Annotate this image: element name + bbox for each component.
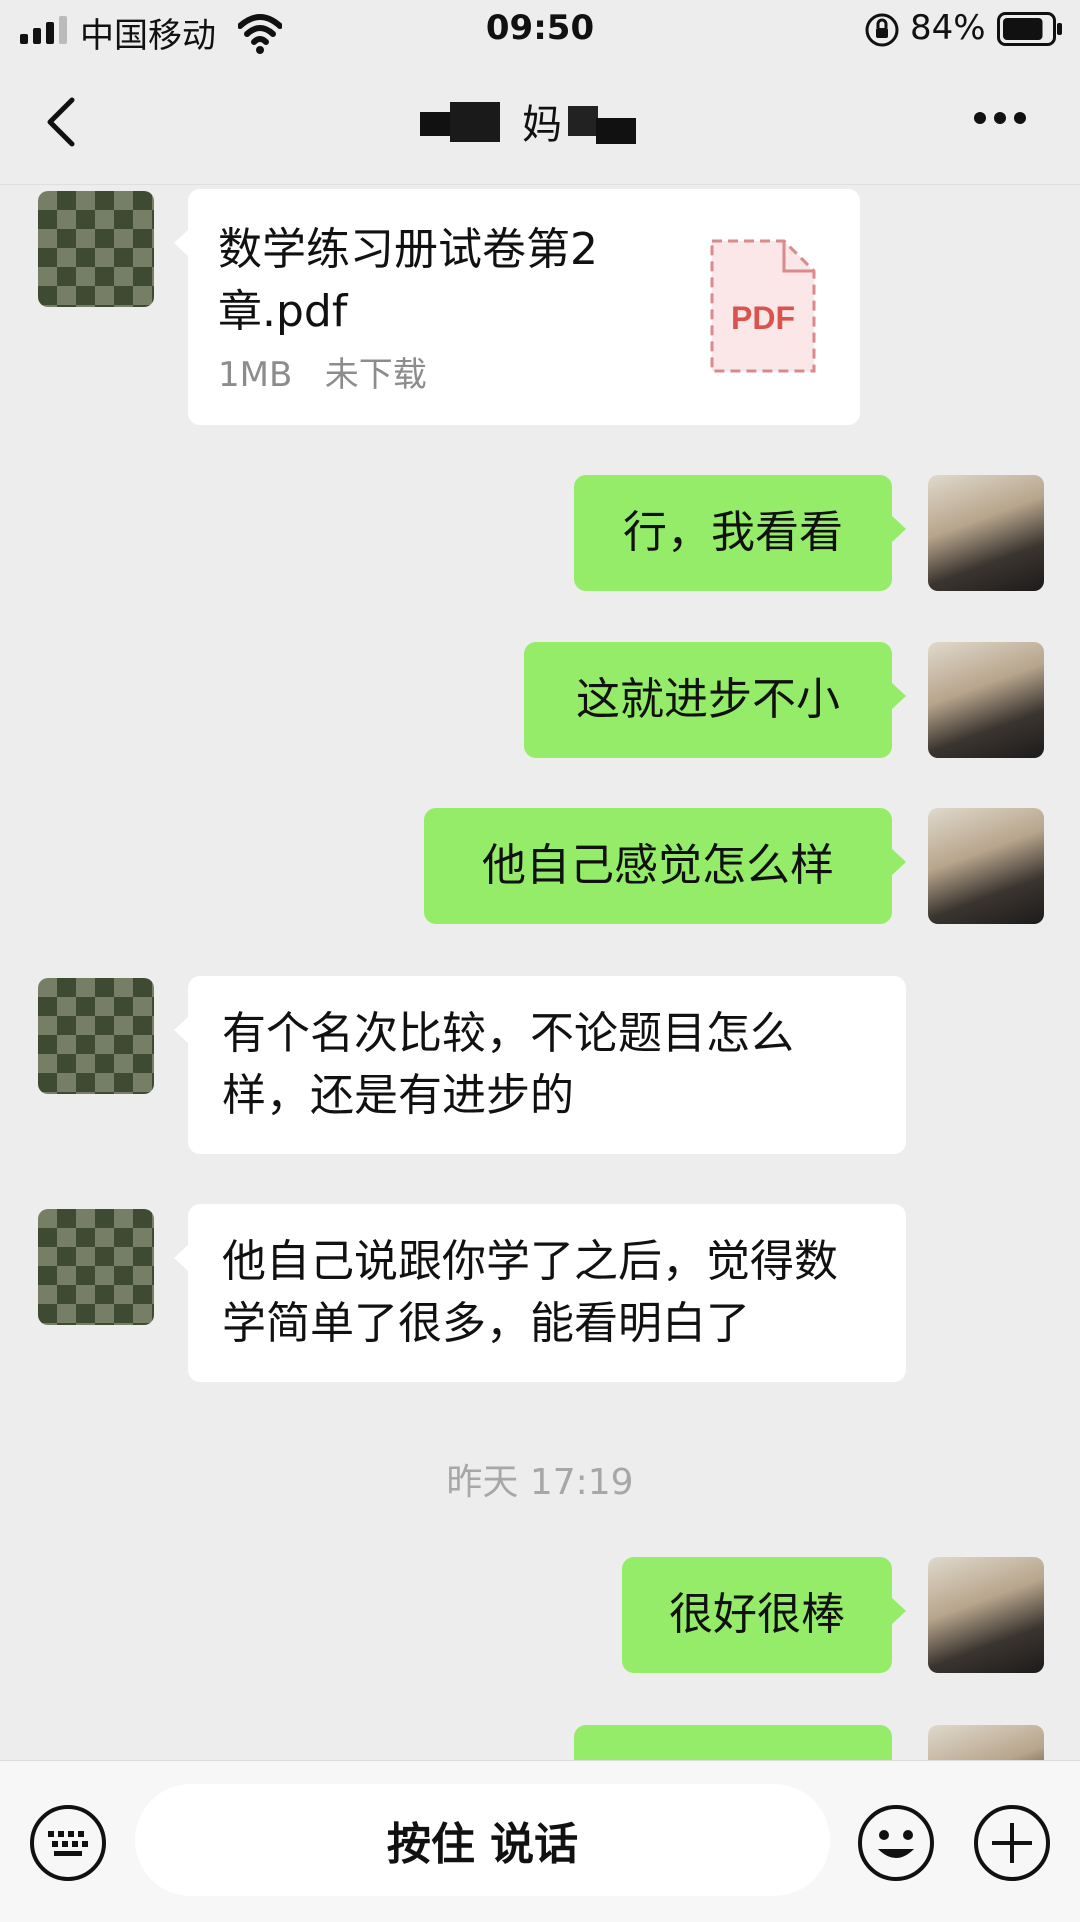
emoji-icon[interactable] <box>856 1803 936 1883</box>
pdf-file-icon: PDF <box>710 239 816 373</box>
more-dots-icon[interactable] <box>972 110 1028 126</box>
chat-header: 妈 <box>0 64 1080 185</box>
file-card[interactable]: 数学练习册试卷第2章.pdf 1MB 未下载 PDF <box>174 189 860 425</box>
battery-percent: 84% <box>910 8 986 48</box>
rotation-lock-icon <box>865 13 899 47</box>
my-avatar[interactable] <box>928 808 1044 924</box>
contact-avatar[interactable] <box>38 191 154 307</box>
contact-avatar[interactable] <box>38 978 154 1094</box>
time-separator: 昨天 17:19 <box>446 1462 634 1503</box>
my-avatar[interactable] <box>928 475 1044 591</box>
chevron-left-icon[interactable] <box>42 94 82 150</box>
message-bubble[interactable]: 他自己感觉怎么样 <box>424 808 906 924</box>
message-bubble[interactable]: 行，我看看 <box>574 475 906 591</box>
message-bubble[interactable]: 他自己说跟你学了之后，觉得数学简单了很多，能看明白了 <box>174 1204 906 1382</box>
plus-icon[interactable] <box>972 1803 1052 1883</box>
message-bubble[interactable]: 很好很棒 <box>622 1557 906 1673</box>
keyboard-icon[interactable] <box>28 1803 108 1883</box>
status-bar: 中国移动 09:50 84% <box>0 0 1080 64</box>
file-name: 数学练习册试卷第2章.pdf <box>218 224 598 337</box>
hold-to-talk-button[interactable]: 按住 说话 <box>135 1784 830 1896</box>
contact-name: 妈 <box>522 102 562 148</box>
download-status: 未下载 <box>324 355 427 395</box>
message-bubble[interactable]: 有个名次比较，不论题目怎么样，还是有进步的 <box>174 976 906 1154</box>
file-meta: 1MB 未下载 <box>218 347 427 396</box>
input-bar: 按住 说话 <box>0 1760 1080 1922</box>
my-avatar[interactable] <box>928 642 1044 758</box>
message-list[interactable]: 数学练习册试卷第2章.pdf 1MB 未下载 PDF 行，我看看 这就进步不小 … <box>0 185 1080 1760</box>
my-avatar[interactable] <box>928 1725 1044 1760</box>
file-size: 1MB <box>218 355 293 395</box>
battery-icon <box>997 12 1062 46</box>
message-incoming-file: 数学练习册试卷第2章.pdf 1MB 未下载 PDF <box>0 185 1080 435</box>
pdf-icon-label: PDF <box>731 300 795 336</box>
message-bubble-partial[interactable] <box>574 1725 892 1760</box>
my-avatar[interactable] <box>928 1557 1044 1673</box>
message-bubble[interactable]: 这就进步不小 <box>524 642 906 758</box>
contact-avatar[interactable] <box>38 1209 154 1325</box>
